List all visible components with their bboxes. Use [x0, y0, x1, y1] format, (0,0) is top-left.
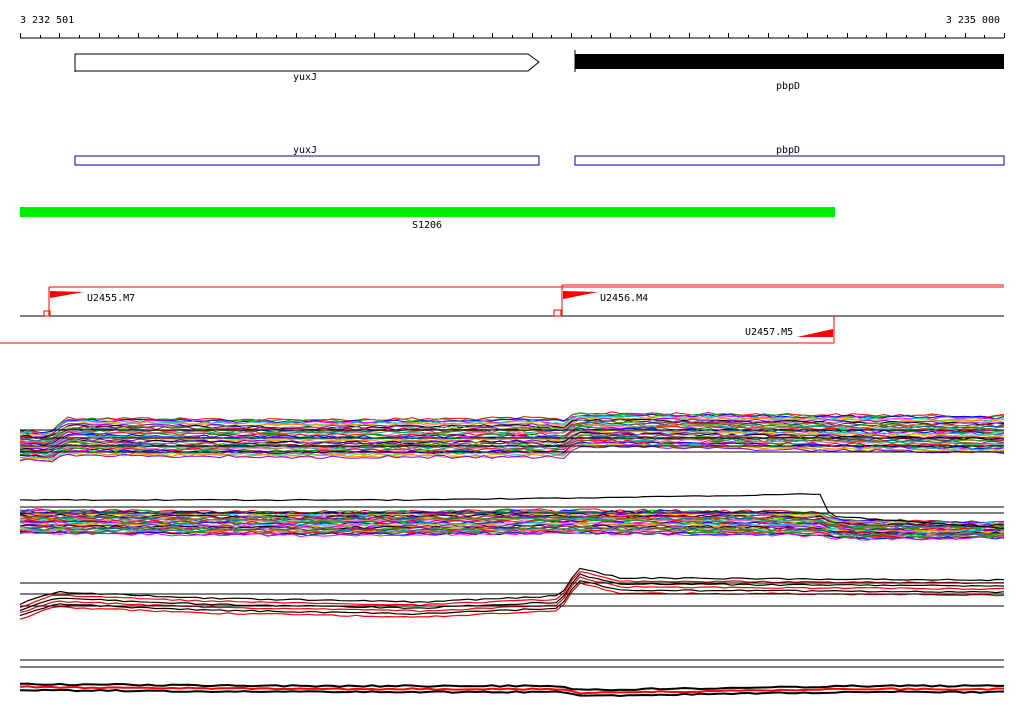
expression-panel-4 [19, 659, 1005, 698]
transcript-U2455-flag [50, 291, 84, 298]
cds-yuxJ-box[interactable] [74, 155, 540, 166]
cds-yuxJ-label: yuxJ [293, 145, 317, 156]
transcript-U2457-flag [797, 329, 833, 337]
axis-ticks [20, 33, 1005, 38]
gene-pbpD-label: pbpD [776, 81, 800, 92]
segment-S1206-bar[interactable] [20, 207, 835, 217]
expression-panel-1 [19, 411, 1005, 463]
transcript-U2455[interactable]: U2455.M7 [43, 287, 135, 317]
gene-pbpD-bar[interactable] [575, 54, 1004, 69]
transcript-U2456-label: U2456.M4 [600, 293, 648, 304]
expression-panel-2 [19, 493, 1005, 541]
transcript-U2456-flag [563, 291, 598, 299]
transcript-track: U2455.M7 U2456.M4 U2457.M5 [0, 284, 1004, 344]
cds-track: yuxJ pbpD [74, 145, 1005, 166]
gene-yuxJ-label: yuxJ [293, 72, 317, 83]
transcript-U2457[interactable]: U2457.M5 [745, 316, 835, 343]
axis-end-label: 3 235 000 [946, 15, 1000, 26]
coordinate-axis: 3 232 501 3 235 000 [20, 15, 1005, 39]
transcript-U2456[interactable]: U2456.M4 [553, 285, 648, 317]
gene-yuxJ-arrow[interactable] [74, 53, 540, 72]
gene-track: yuxJ pbpD [74, 50, 1004, 92]
segment-track: S1206 [20, 207, 835, 231]
cds-pbpD-label: pbpD [776, 145, 800, 156]
cds-pbpD-box[interactable] [574, 155, 1005, 166]
axis-start-label: 3 232 501 [20, 15, 74, 26]
transcript-U2456-promoter-box [553, 309, 562, 317]
expression-panel-3 [19, 567, 1005, 620]
expression-profile-line [19, 571, 1005, 608]
genome-browser-view: 3 232 501 3 235 000 yuxJ pbpD yuxJ pbpD … [0, 0, 1024, 714]
segment-S1206-label: S1206 [412, 220, 442, 231]
transcript-U2457-label: U2457.M5 [745, 327, 793, 338]
expression-profile-line [19, 688, 1005, 698]
genome-track-canvas: 3 232 501 3 235 000 yuxJ pbpD yuxJ pbpD … [0, 15, 1005, 698]
transcript-U2455-label: U2455.M7 [87, 293, 135, 304]
